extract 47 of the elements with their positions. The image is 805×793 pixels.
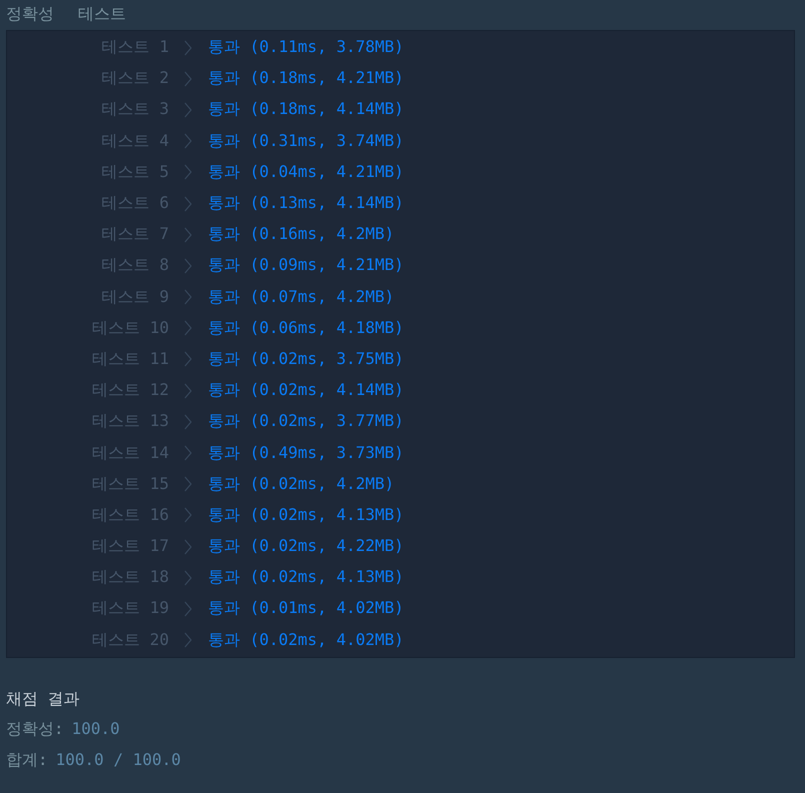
test-result: 통과 (0.18ms, 4.14MB)	[208, 99, 405, 120]
result-title: 채점 결과	[6, 688, 81, 710]
test-result: 통과 (0.02ms, 3.75MB)	[208, 348, 405, 370]
chevron-right-icon	[184, 226, 192, 243]
test-result: 통과 (0.02ms, 4.22MB)	[208, 536, 405, 558]
chevron-right-icon	[184, 507, 192, 524]
test-result: 통과 (0.31ms, 3.74MB)	[208, 130, 405, 152]
chevron-right-icon	[184, 476, 192, 492]
score-value: 100.0	[72, 718, 120, 740]
test-result: 통과 (0.11ms, 3.78MB)	[208, 37, 405, 58]
score-label: 합계:	[6, 748, 48, 771]
chevron-right-icon	[184, 320, 192, 336]
chevron-right-icon	[184, 102, 192, 118]
test-result: 통과 (0.02ms, 4.13MB)	[208, 504, 405, 526]
test-result: 통과 (0.02ms, 4.2MB)	[208, 474, 396, 495]
test-result: 통과 (0.04ms, 4.21MB)	[208, 162, 405, 183]
chevron-right-icon	[184, 258, 192, 274]
chevron-right-icon	[184, 445, 192, 462]
chevron-right-icon	[184, 133, 192, 150]
test-result: 통과 (0.49ms, 3.73MB)	[208, 442, 405, 464]
test-result: 통과 (0.16ms, 4.2MB)	[208, 224, 396, 246]
test-result: 통과 (0.09ms, 4.21MB)	[208, 255, 405, 276]
chevron-right-icon	[184, 164, 192, 180]
test-result: 통과 (0.02ms, 4.14MB)	[208, 380, 405, 402]
chevron-right-icon	[184, 382, 192, 399]
chevron-right-icon	[184, 600, 192, 617]
test-result: 통과 (0.13ms, 4.14MB)	[208, 193, 405, 214]
test-result: 통과 (0.02ms, 4.13MB)	[208, 567, 405, 588]
chevron-right-icon	[184, 70, 192, 87]
chevron-right-icon	[184, 632, 192, 648]
test-result: 통과 (0.01ms, 4.02MB)	[208, 598, 405, 620]
test-result: 통과 (0.07ms, 4.2MB)	[208, 286, 396, 308]
chevron-right-icon	[184, 538, 192, 555]
chevron-right-icon	[184, 570, 192, 586]
test-result: 통과 (0.06ms, 4.18MB)	[208, 318, 405, 339]
score-label: 정확성:	[6, 718, 64, 740]
chevron-right-icon	[184, 289, 192, 306]
score-value: 100.0 / 100.0	[56, 748, 181, 771]
test-result: 통과 (0.02ms, 4.02MB)	[208, 630, 405, 651]
column-heading: 정확성	[6, 3, 54, 25]
chevron-right-icon	[184, 40, 192, 56]
test-result: 통과 (0.02ms, 3.77MB)	[208, 411, 405, 432]
chevron-right-icon	[184, 351, 192, 368]
test-result: 통과 (0.18ms, 4.21MB)	[208, 68, 405, 90]
chevron-right-icon	[184, 196, 192, 212]
column-heading: 테스트	[78, 3, 126, 25]
chevron-right-icon	[184, 414, 192, 430]
